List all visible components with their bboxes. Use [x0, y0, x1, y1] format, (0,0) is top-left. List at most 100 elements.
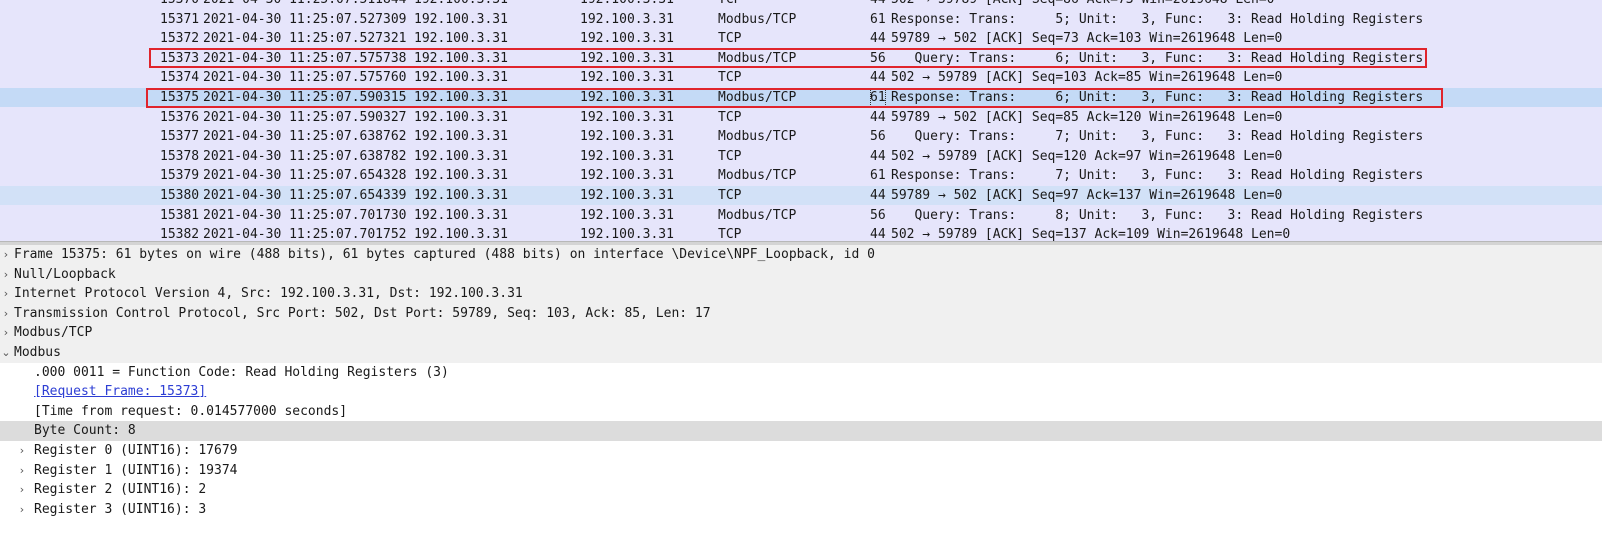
- packet-row[interactable]: 15371 2021-04-30 11:25:07.527309 192.100.3…: [0, 9, 1602, 29]
- detail-row[interactable]: › Null/Loopback: [0, 264, 1602, 285]
- packet-length: 44: [870, 0, 886, 9]
- packet-length: 56: [870, 129, 886, 145]
- packet-protocol: TCP: [718, 70, 742, 86]
- packet-row[interactable]: 15374 2021-04-30 11:25:07.575760 192.100.3…: [0, 68, 1602, 88]
- detail-row[interactable]: › Modbus/TCP: [0, 323, 1602, 343]
- packet-row[interactable]: 15375 2021-04-30 11:25:07.590315 192.100.3…: [0, 88, 1602, 107]
- packet-number: 15379: [160, 168, 200, 184]
- detail-row[interactable]: › Transmission Control Protocol, Src Port…: [0, 303, 1602, 324]
- packet-length: 56: [870, 207, 886, 223]
- packet-destination: 192.100.3.31: [580, 11, 674, 27]
- detail-label: Byte Count: 8: [34, 423, 136, 439]
- packet-time: 2021-04-30 11:25:07.575738: [203, 50, 407, 66]
- chevron-down-icon[interactable]: ⌄: [0, 343, 12, 363]
- detail-row[interactable]: › Register 1 (UINT16): 19374: [0, 461, 1602, 481]
- detail-row[interactable]: › Register 0 (UINT16): 17679: [0, 441, 1602, 461]
- packet-info: 502 → 59789 [ACK] Seq=103 Ack=85 Win=261…: [891, 70, 1283, 86]
- packet-info: 502 → 59789 [ACK] Seq=86 Ack=73 Win=2619…: [891, 0, 1275, 9]
- packet-row[interactable]: 15376 2021-04-30 11:25:07.590327 192.100.3…: [0, 107, 1602, 127]
- detail-row[interactable]: [Time from request: 0.014577000 seconds]: [0, 402, 1602, 422]
- packet-length: 44: [870, 109, 886, 125]
- detail-label: Modbus: [14, 345, 61, 360]
- chevron-right-icon[interactable]: ›: [16, 461, 28, 481]
- packet-info: Query: Trans: 8; Unit: 3, Func: 3: Read …: [891, 207, 1424, 223]
- packet-info: Response: Trans: 5; Unit: 3, Func: 3: Re…: [891, 11, 1424, 27]
- packet-number: 15372: [160, 31, 200, 47]
- detail-label: Register 0 (UINT16): 17679: [34, 443, 238, 458]
- packet-length: 56: [870, 50, 886, 66]
- packet-length: 61: [870, 11, 886, 27]
- packet-source: 192.100.3.31: [414, 109, 508, 125]
- detail-label: [Time from request: 0.014577000 seconds]: [34, 403, 348, 419]
- detail-label: Null/Loopback: [14, 266, 116, 282]
- packet-number: 15371: [160, 11, 200, 27]
- packet-destination: 192.100.3.31: [580, 188, 674, 203]
- packet-protocol: Modbus/TCP: [718, 129, 797, 145]
- detail-row[interactable]: › Register 3 (UINT16): 3: [0, 500, 1602, 520]
- packet-number: 15375: [160, 90, 200, 105]
- packet-time: 2021-04-30 11:25:07.527309: [203, 11, 407, 27]
- chevron-right-icon[interactable]: ›: [16, 480, 28, 500]
- packet-destination: 192.100.3.31: [580, 168, 674, 184]
- packet-row[interactable]: 15370 2021-04-30 11:25:07.511844 192.100.3…: [0, 0, 1602, 9]
- detail-label: Internet Protocol Version 4, Src: 192.10…: [14, 286, 523, 302]
- detail-label: Transmission Control Protocol, Src Port:…: [14, 305, 711, 321]
- packet-row[interactable]: 15378 2021-04-30 11:25:07.638782 192.100.3…: [0, 146, 1602, 166]
- packet-time: 2021-04-30 11:25:07.590315: [203, 90, 407, 105]
- packet-destination: 192.100.3.31: [580, 50, 674, 66]
- detail-row[interactable]: Byte Count: 8: [0, 421, 1602, 441]
- packet-details[interactable]: › Frame 15375: 61 bytes on wire (488 bits…: [0, 245, 1602, 558]
- chevron-right-icon[interactable]: ›: [0, 245, 12, 265]
- detail-row[interactable]: › Internet Protocol Version 4, Src: 192.1…: [0, 284, 1602, 304]
- packet-row[interactable]: 15381 2021-04-30 11:25:07.701730 192.100.3…: [0, 205, 1602, 225]
- chevron-right-icon[interactable]: ›: [0, 265, 12, 285]
- request-frame-link[interactable]: [Request Frame: 15373]: [34, 382, 206, 402]
- packet-source: 192.100.3.31: [414, 70, 508, 86]
- packet-info: Query: Trans: 6; Unit: 3, Func: 3: Read …: [891, 50, 1424, 66]
- packet-time: 2021-04-30 11:25:07.511844: [203, 0, 407, 9]
- detail-row[interactable]: › Register 2 (UINT16): 2: [0, 480, 1602, 500]
- detail-row[interactable]: .000 0011 = Function Code: Read Holding …: [0, 363, 1602, 383]
- packet-length: 61: [870, 88, 886, 107]
- chevron-right-icon[interactable]: ›: [16, 500, 28, 520]
- packet-number: 15381: [160, 207, 200, 223]
- detail-row[interactable]: › Frame 15375: 61 bytes on wire (488 bits…: [0, 245, 1602, 265]
- packet-destination: 192.100.3.31: [580, 148, 674, 164]
- chevron-right-icon[interactable]: ›: [0, 284, 12, 304]
- packet-protocol: Modbus/TCP: [718, 50, 797, 66]
- packet-destination: 192.100.3.31: [580, 70, 674, 86]
- chevron-right-icon[interactable]: ›: [0, 323, 12, 343]
- packet-source: 192.100.3.31: [414, 148, 508, 164]
- packet-row[interactable]: 15379 2021-04-30 11:25:07.654328 192.100.3…: [0, 166, 1602, 186]
- chevron-right-icon[interactable]: ›: [16, 441, 28, 461]
- packet-row[interactable]: 15373 2021-04-30 11:25:07.575738 192.100.3…: [0, 48, 1602, 68]
- packet-info: 59789 → 502 [ACK] Seq=97 Ack=137 Win=261…: [891, 188, 1283, 203]
- packet-row[interactable]: 15377 2021-04-30 11:25:07.638762 192.100.3…: [0, 127, 1602, 147]
- packet-source: 192.100.3.31: [414, 188, 508, 203]
- packet-destination: 192.100.3.31: [580, 129, 674, 145]
- chevron-right-icon[interactable]: ›: [0, 304, 12, 324]
- packet-info: 502 → 59789 [ACK] Seq=137 Ack=109 Win=26…: [891, 227, 1291, 241]
- packet-info: 59789 → 502 [ACK] Seq=73 Ack=103 Win=261…: [891, 31, 1283, 47]
- packet-time: 2021-04-30 11:25:07.701730: [203, 207, 407, 223]
- packet-time: 2021-04-30 11:25:07.701752: [203, 227, 407, 241]
- packet-row[interactable]: 15382 2021-04-30 11:25:07.701752 192.100.3…: [0, 225, 1602, 241]
- packet-destination: 192.100.3.31: [580, 0, 674, 9]
- packet-protocol: TCP: [718, 0, 741, 9]
- detail-row[interactable]: [Request Frame: 15373]: [0, 382, 1602, 402]
- packet-destination: 192.100.3.31: [580, 227, 674, 241]
- packet-length: 44: [870, 188, 886, 203]
- packet-info: 59789 → 502 [ACK] Seq=85 Ack=120 Win=261…: [891, 109, 1283, 125]
- packet-info: Query: Trans: 7; Unit: 3, Func: 3: Read …: [891, 129, 1424, 145]
- packet-time: 2021-04-30 11:25:07.654328: [203, 168, 407, 184]
- packet-row[interactable]: 15372 2021-04-30 11:25:07.527321 192.100.3…: [0, 29, 1602, 49]
- packet-destination: 192.100.3.31: [580, 90, 674, 105]
- packet-number: 15373: [160, 50, 200, 66]
- packet-row[interactable]: 15380 2021-04-30 11:25:07.654339 192.100.3…: [0, 186, 1602, 205]
- detail-label: Modbus/TCP: [14, 325, 93, 341]
- packet-list[interactable]: 15370 2021-04-30 11:25:07.511844 192.100.3…: [0, 0, 1602, 241]
- detail-row[interactable]: ⌄ Modbus: [0, 343, 1602, 363]
- detail-label: Frame 15375: 61 bytes on wire (488 bits)…: [14, 247, 875, 262]
- detail-label: .000 0011 = Function Code: Read Holding …: [34, 364, 449, 380]
- detail-label: Register 2 (UINT16): 2: [34, 482, 207, 498]
